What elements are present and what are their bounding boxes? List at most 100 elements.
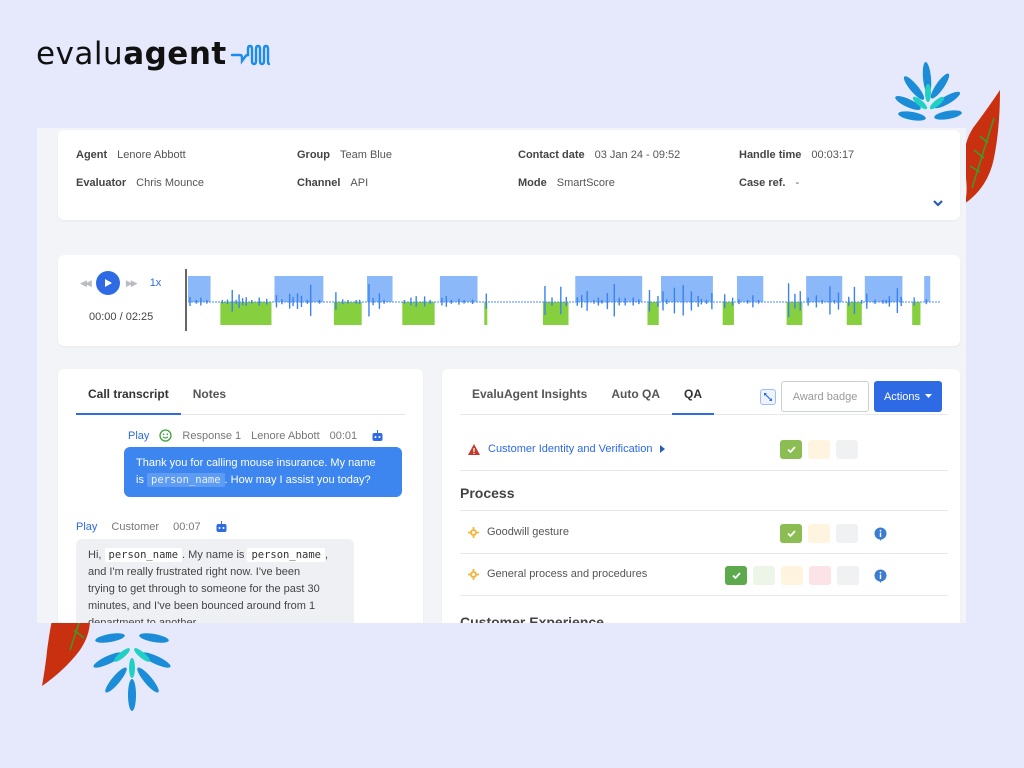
agent-speech-segment [736, 276, 764, 302]
qa-item-label: Goodwill gesture [487, 526, 569, 538]
tab-call-transcript[interactable]: Call transcript [76, 369, 181, 415]
info-icon[interactable] [874, 569, 887, 583]
customer-message-line: and I'm really frustrated right now. I'v… [88, 566, 301, 578]
score-fail[interactable] [809, 566, 831, 585]
customer-message-line: trying to get through to someone for the… [88, 583, 320, 595]
agent-label: Agent [76, 149, 108, 161]
customer-message-line: minutes, and I've been bounced around fr… [88, 600, 316, 612]
evaluation-app: Agent Lenore Abbott Evaluator Chris Moun… [37, 128, 966, 623]
score-options [780, 524, 858, 543]
customer-message-line: department to another. [88, 617, 199, 623]
section-divider [460, 469, 948, 511]
score-partial[interactable] [808, 524, 830, 543]
transcript-tabs: Call transcript Notes [76, 369, 406, 415]
agent-speech-segment [806, 276, 843, 302]
rewind-icon[interactable]: ◀◀ [80, 278, 92, 289]
agent-message-bubble: Thank you for calling mouse insurance. M… [124, 447, 402, 497]
score-na[interactable] [836, 524, 858, 543]
tab-qa[interactable]: QA [672, 369, 715, 415]
decorative-red-leaf-bottom [42, 620, 90, 686]
agent-message-meta: Play Response 1 Lenore Abbott 00:01 [128, 429, 384, 442]
agent-speech-segment [661, 276, 713, 302]
actions-label: Actions [883, 390, 921, 403]
robot-icon [216, 521, 227, 532]
contact-info-card: Agent Lenore Abbott Evaluator Chris Moun… [58, 130, 960, 220]
speaker-name: Customer [111, 521, 160, 533]
score-na[interactable] [836, 440, 858, 459]
playback-speed[interactable]: 1x [150, 277, 162, 289]
gear-icon [468, 568, 479, 580]
agent-field: Agent Lenore Abbott [76, 149, 186, 161]
message-text: Hi, [88, 549, 105, 561]
qa-item-name: General process and procedures [468, 568, 647, 580]
redacted-name-token: person_name [147, 473, 225, 487]
chevron-down-icon[interactable] [932, 198, 944, 208]
redacted-name-token: person_name [247, 548, 325, 562]
score-pass[interactable] [780, 440, 802, 459]
actions-dropdown-button[interactable]: Actions [874, 381, 942, 412]
score-excellent[interactable] [725, 566, 747, 585]
warning-icon [468, 443, 480, 455]
fast-forward-icon[interactable]: ▶▶ [126, 278, 138, 289]
play-button[interactable] [95, 271, 120, 295]
handle-time-field: Handle time 00:03:17 [739, 149, 854, 161]
redacted-name-token: person_name [104, 548, 183, 562]
qa-panel: EvaluAgent Insights Auto QA QA Award bad… [442, 369, 960, 623]
handle-time-label: Handle time [739, 149, 802, 161]
audio-player-card: ◀◀ ▶▶ 1x 00:00 / 02:25 [58, 255, 960, 346]
agent-speech-segment [575, 276, 643, 302]
qa-item-label: General process and procedures [487, 568, 648, 580]
message-text: is [136, 474, 147, 486]
qa-row-goodwill-gesture: Goodwill gesture [460, 512, 948, 554]
case-ref-field: Case ref. - [739, 177, 799, 189]
customer-message-bubble: Hi, person_name. My name is person_name,… [76, 539, 354, 623]
tab-auto-qa[interactable]: Auto QA [599, 369, 672, 414]
player-controls: ◀◀ ▶▶ 1x [80, 271, 161, 295]
evaluator-label: Evaluator [76, 177, 127, 189]
waveform-timeline[interactable] [184, 267, 944, 333]
channel-field: Channel API [297, 177, 368, 189]
agent-value: Lenore Abbott [117, 149, 186, 161]
message-time: 00:01 [329, 429, 358, 442]
playback-time: 00:00 / 02:25 [89, 311, 154, 323]
caret-down-icon [925, 394, 933, 398]
caret-right-icon [660, 445, 666, 453]
score-good[interactable] [753, 566, 775, 585]
play-icon [104, 279, 112, 287]
smiley-icon [159, 429, 173, 442]
group-label: Group [297, 149, 330, 161]
agent-speech-segment [439, 276, 478, 302]
transcript-panel: Call transcript Notes Play Response 1 Le… [58, 369, 423, 623]
message-time: 00:07 [173, 521, 201, 533]
decorative-blue-fern-bottom [93, 633, 171, 711]
expand-icon[interactable] [760, 389, 776, 405]
section-title-customer-experience: Customer Experience [460, 614, 604, 623]
evaluagent-logo: evalu agent [36, 36, 270, 72]
qa-item-label: Customer Identity and Verification [488, 443, 653, 455]
score-na[interactable] [837, 566, 859, 585]
score-partial[interactable] [808, 440, 830, 459]
info-icon[interactable] [874, 527, 887, 541]
tab-notes[interactable]: Notes [181, 369, 238, 414]
customer-message-line: Hi, person_name. My name is person_name, [88, 547, 342, 564]
customer-identity-link[interactable]: Customer Identity and Verification [468, 443, 666, 455]
play-response-link[interactable]: Play [128, 430, 149, 442]
score-options [780, 440, 858, 459]
agent-speech-segment [188, 276, 211, 302]
award-badge-button[interactable]: Award badge [781, 381, 869, 412]
group-value: Team Blue [340, 149, 392, 161]
score-partial[interactable] [781, 566, 803, 585]
case-ref-value: - [795, 177, 800, 189]
channel-value: API [350, 177, 369, 189]
qa-row-general-process: General process and procedures [460, 554, 948, 596]
logo-text-light: evalu [36, 36, 124, 72]
customer-speech-segment [912, 302, 921, 325]
play-response-link[interactable]: Play [76, 521, 97, 533]
qa-item-name: Goodwill gesture [468, 526, 569, 538]
contact-date-field: Contact date 03 Jan 24 - 09:52 [518, 149, 680, 161]
tab-evaluagent-insights[interactable]: EvaluAgent Insights [460, 369, 599, 414]
score-pass[interactable] [780, 524, 802, 543]
mode-value: SmartScore [556, 177, 615, 189]
group-field: Group Team Blue [297, 149, 392, 161]
agent-speech-segment [274, 276, 324, 302]
